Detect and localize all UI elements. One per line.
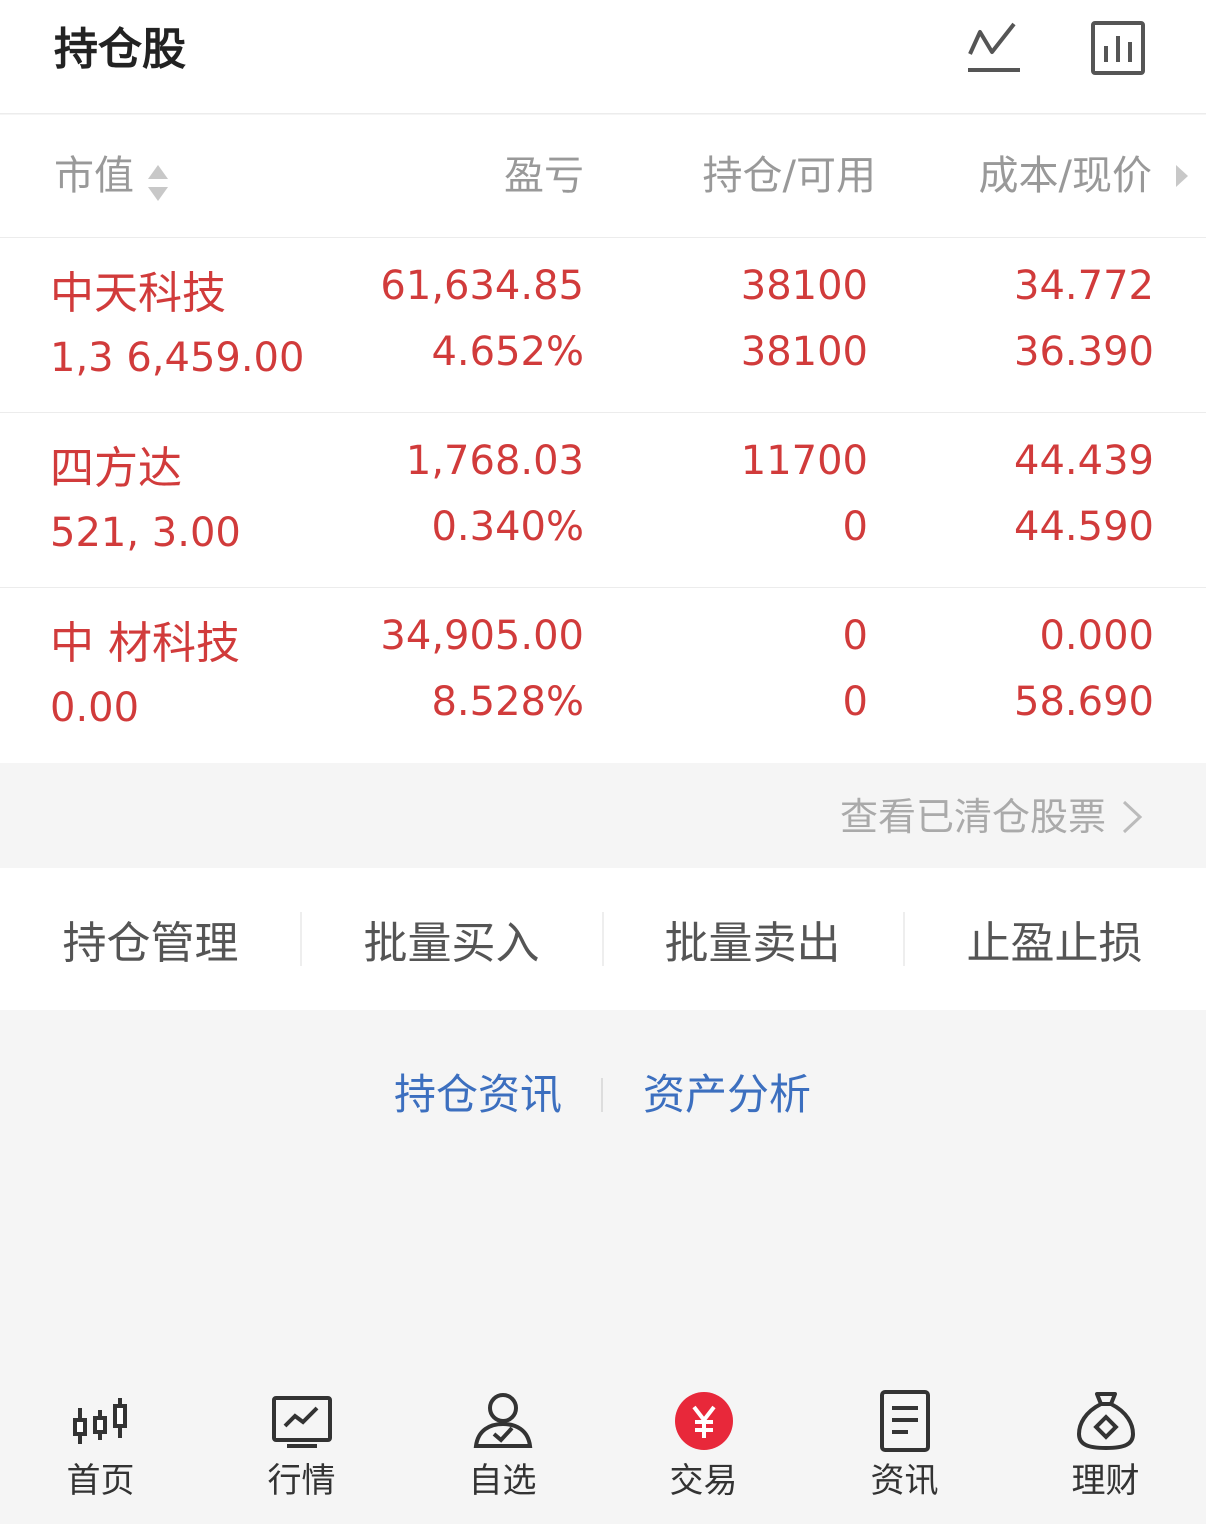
tab-news[interactable]: 资讯	[804, 1386, 1005, 1506]
batch-sell-button[interactable]: 批量卖出	[602, 868, 903, 1010]
available-qty: 0	[842, 679, 868, 725]
current-price: 36.390	[1014, 329, 1154, 375]
holding-qty: 11700	[740, 438, 868, 484]
sort-icon[interactable]	[145, 163, 171, 203]
info-links: 持仓资讯 资产分析	[0, 1068, 1206, 1128]
column-profit-loss: 盈亏	[504, 153, 584, 199]
available-qty: 38100	[740, 329, 868, 375]
cleared-stocks-link[interactable]: 查看已清仓股票	[0, 763, 1206, 867]
news-document-icon	[880, 1390, 930, 1452]
stock-name: 中 材科技	[50, 618, 240, 669]
holding-qty: 0	[842, 613, 868, 659]
column-header-row: 市值 盈亏 持仓/可用 成本/现价	[0, 115, 1206, 238]
table-row[interactable]: 中天科技 1,3 6,459.00 61,634.85 4.652% 38100…	[0, 238, 1206, 413]
tab-label: 资讯	[870, 1461, 939, 1501]
tab-wealth[interactable]: 理财	[1005, 1386, 1206, 1506]
top-header: 持仓股	[0, 0, 1206, 114]
positions-table: 中天科技 1,3 6,459.00 61,634.85 4.652% 38100…	[0, 238, 1206, 763]
asset-analysis-link[interactable]: 资产分析	[643, 1068, 811, 1122]
market-value: 0.00	[50, 685, 140, 731]
trend-line-icon[interactable]	[964, 18, 1024, 78]
cost-price: 0.000	[1039, 613, 1154, 659]
available-qty: 0	[842, 504, 868, 550]
page-title: 持仓股	[54, 24, 186, 75]
column-market-value[interactable]: 市值	[54, 151, 134, 201]
tab-home[interactable]: 首页	[0, 1386, 201, 1506]
current-price: 44.590	[1014, 504, 1154, 550]
tab-label: 理财	[1071, 1461, 1140, 1501]
tab-label: 行情	[267, 1461, 336, 1501]
action-bar: 持仓管理 批量买入 批量卖出 止盈止损	[0, 868, 1206, 1010]
take-profit-stop-loss-button[interactable]: 止盈止损	[904, 868, 1205, 1010]
divider	[601, 1078, 603, 1112]
tab-watchlist[interactable]: 自选	[402, 1386, 603, 1506]
profit-amount: 34,905.00	[380, 613, 584, 659]
cost-price: 44.439	[1014, 438, 1154, 484]
market-value: 521, 3.00	[50, 510, 241, 556]
holding-qty: 38100	[740, 263, 868, 309]
cost-price: 34.772	[1014, 263, 1154, 309]
tab-trade[interactable]: 交易	[603, 1386, 804, 1506]
cleared-stocks-label: 查看已清仓股票	[839, 795, 1106, 839]
tab-market[interactable]: 行情	[201, 1386, 402, 1506]
bottom-tab-bar: 首页 行情 自选 交易 资讯 理财	[0, 1376, 1206, 1524]
chevron-right-icon	[1122, 800, 1143, 834]
profit-percent: 8.528%	[431, 679, 584, 725]
tab-label: 首页	[66, 1461, 135, 1501]
stock-name: 四方达	[50, 443, 182, 494]
table-row[interactable]: 四方达 521, 3.00 1,768.03 0.340% 11700 0 44…	[0, 413, 1206, 588]
column-cost-price: 成本/现价	[978, 153, 1152, 199]
profit-percent: 0.340%	[431, 504, 584, 550]
tab-label: 自选	[468, 1461, 537, 1501]
profit-amount: 61,634.85	[380, 263, 584, 309]
yuan-trade-icon	[675, 1392, 733, 1450]
bar-chart-icon[interactable]	[1088, 18, 1148, 78]
profit-percent: 4.652%	[431, 329, 584, 375]
current-price: 58.690	[1014, 679, 1154, 725]
market-chart-icon	[272, 1396, 332, 1448]
watchlist-user-icon	[473, 1393, 533, 1448]
batch-buy-button[interactable]: 批量买入	[301, 868, 602, 1010]
candlestick-icon	[73, 1398, 127, 1444]
position-news-link[interactable]: 持仓资讯	[394, 1068, 562, 1122]
money-bag-icon	[1076, 1392, 1136, 1451]
market-value: 1,3 6,459.00	[50, 335, 305, 381]
tab-label: 交易	[669, 1461, 738, 1501]
column-holding-available: 持仓/可用	[702, 153, 876, 199]
caret-right-icon[interactable]	[1174, 163, 1190, 189]
stock-name: 中天科技	[50, 268, 226, 319]
position-manage-button[interactable]: 持仓管理	[0, 868, 301, 1010]
profit-amount: 1,768.03	[405, 438, 584, 484]
table-row[interactable]: 中 材科技 0.00 34,905.00 8.528% 0 0 0.000 58…	[0, 588, 1206, 763]
